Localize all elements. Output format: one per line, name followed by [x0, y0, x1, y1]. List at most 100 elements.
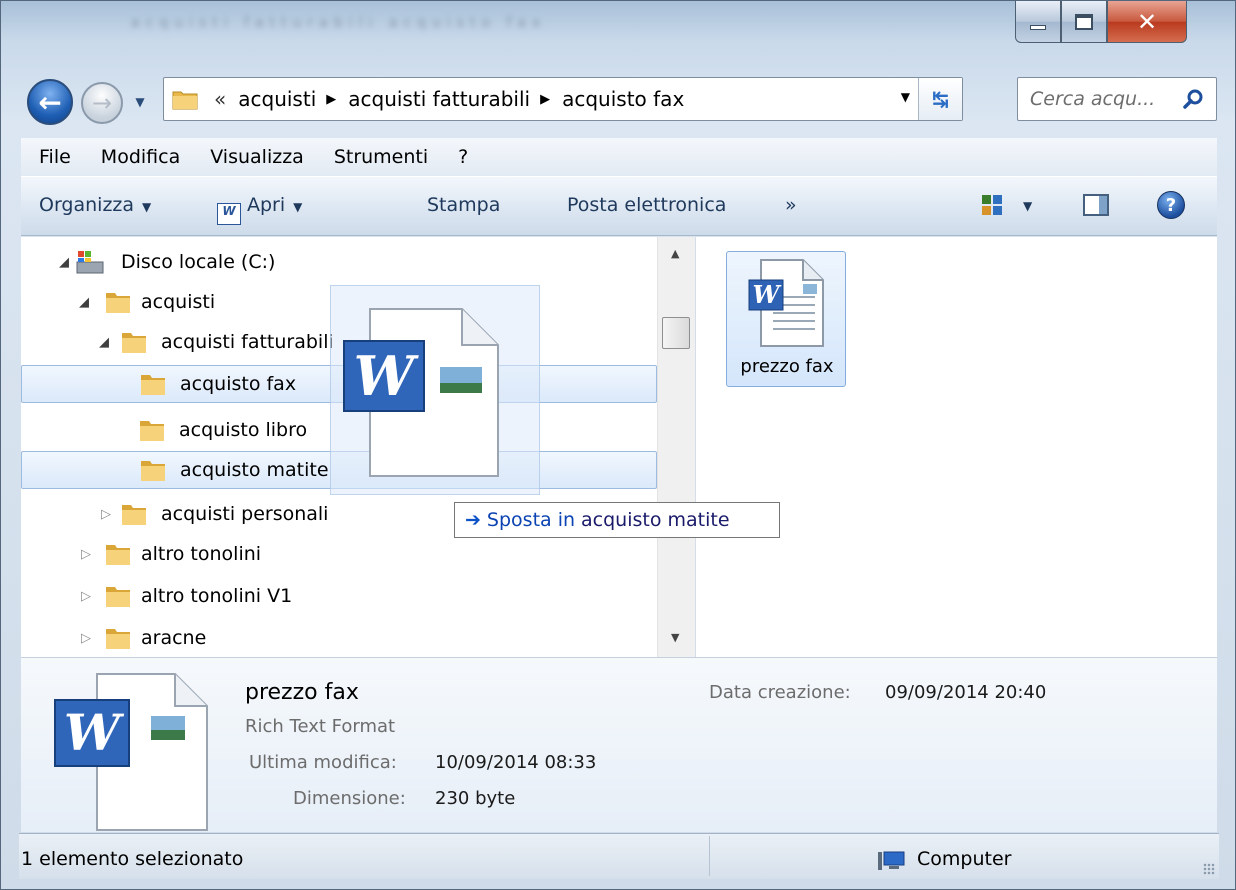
menu-visualizza[interactable]: Visualizza	[210, 146, 304, 168]
file-list-pane: W prezzo fax	[695, 237, 1217, 657]
views-dropdown-icon[interactable]: ▼	[1023, 199, 1032, 213]
back-button[interactable]: ←	[27, 79, 73, 125]
tree-item-label: aracne	[141, 627, 207, 649]
menu-file[interactable]: File	[39, 146, 71, 168]
tree-item-altro-tonolini[interactable]: ▷ altro tonolini	[21, 535, 657, 573]
scroll-up-icon[interactable]: ▲	[671, 247, 679, 260]
size-label: Dimensione:	[293, 788, 406, 809]
breadcrumb-acquisti-fatturabili[interactable]: acquisti fatturabili	[348, 87, 530, 111]
breadcrumb-separator-icon[interactable]: ▶	[540, 92, 550, 107]
collapsed-arrow-icon[interactable]: ▷	[81, 631, 91, 646]
email-button[interactable]: Posta elettronica	[567, 194, 726, 216]
tree-item-label: acquisto fax	[180, 373, 297, 395]
tree-item-altro-tonolini-v1[interactable]: ▷ altro tonolini V1	[21, 577, 657, 615]
nav-scrollbar[interactable]: ▲ ▼	[657, 237, 695, 657]
folder-icon	[140, 421, 164, 441]
breadcrumb-acquisto-fax[interactable]: acquisto fax	[562, 87, 684, 111]
close-button[interactable]: ✕	[1107, 1, 1187, 43]
word-icon: W	[217, 203, 241, 225]
folder-icon	[141, 375, 165, 395]
preview-pane-icon[interactable]	[1083, 194, 1109, 216]
address-bar[interactable]: « acquisti ▶ acquisti fatturabili ▶ acqu…	[163, 77, 963, 121]
details-file-name: prezzo fax	[245, 680, 359, 705]
address-overflow[interactable]: «	[214, 87, 226, 111]
folder-icon	[106, 545, 130, 565]
change-view-icon[interactable]	[981, 194, 1003, 216]
search-box[interactable]: Cerca acqu...	[1017, 77, 1217, 121]
svg-text:W: W	[753, 280, 782, 309]
help-icon[interactable]: ?	[1157, 191, 1185, 219]
expanded-arrow-icon[interactable]: ◢	[59, 255, 69, 270]
minimize-icon	[1030, 25, 1046, 30]
status-separator	[709, 836, 710, 876]
status-bar: 1 elemento selezionato Computer	[19, 833, 1219, 879]
open-label: Apri	[247, 194, 286, 216]
collapsed-arrow-icon[interactable]: ▷	[81, 589, 91, 604]
close-icon: ✕	[1136, 7, 1158, 36]
svg-text:W: W	[354, 344, 420, 408]
file-item-label: prezzo fax	[740, 356, 834, 377]
collapsed-arrow-icon[interactable]: ▷	[101, 507, 111, 522]
folder-icon	[172, 91, 198, 110]
rtf-document-icon: W	[54, 673, 208, 831]
scroll-down-icon[interactable]: ▼	[671, 631, 679, 644]
maximize-button[interactable]	[1061, 1, 1107, 43]
organize-label: Organizza	[39, 194, 135, 216]
search-input[interactable]: Cerca acqu...	[1030, 88, 1155, 110]
created-label: Data creazione:	[709, 682, 851, 703]
menu-strumenti[interactable]: Strumenti	[334, 146, 428, 168]
expanded-arrow-icon[interactable]: ◢	[99, 335, 109, 350]
breadcrumb-acquisti[interactable]: acquisti	[238, 87, 316, 111]
folder-icon	[106, 587, 130, 607]
search-icon[interactable]	[1182, 88, 1204, 110]
window-title: acquisti fatturabili acquisto fax	[131, 15, 547, 31]
expanded-arrow-icon[interactable]: ◢	[79, 295, 89, 310]
resize-grip[interactable]	[1203, 863, 1215, 875]
refresh-button[interactable]: ↹	[918, 78, 962, 120]
recent-pages-button[interactable]: ▼	[131, 90, 149, 114]
status-selection-count: 1 elemento selezionato	[21, 848, 244, 870]
drag-drop-tooltip: ➔ Sposta in acquisto matite	[454, 502, 780, 538]
address-dropdown-icon[interactable]: ▼	[901, 90, 910, 104]
command-bar: Organizza ▼ W Apri ▼ Stampa Posta elettroni…	[21, 176, 1217, 236]
navigation-bar: ← → ▼ « acquisti ▶ acquisti fatturabili …	[1, 66, 1236, 126]
scroll-thumb[interactable]	[662, 317, 690, 349]
tree-item-label: acquisto libro	[179, 419, 308, 441]
details-pane: W prezzo fax Rich Text Format Ultima mod…	[21, 657, 1217, 832]
maximize-icon	[1075, 13, 1093, 30]
chevron-down-icon: ▼	[142, 200, 152, 214]
collapsed-arrow-icon[interactable]: ▷	[81, 547, 91, 562]
print-button[interactable]: Stampa	[427, 194, 500, 216]
chevron-down-icon: ▼	[293, 200, 303, 214]
menu-modifica[interactable]: Modifica	[101, 146, 180, 168]
refresh-icon: ↹	[932, 87, 949, 111]
tree-item-label: Disco locale (C:)	[121, 251, 276, 273]
dragged-document-icon: W	[343, 308, 499, 477]
folder-icon	[122, 505, 146, 525]
drag-target: acquisto matite	[581, 509, 730, 531]
open-button[interactable]: W Apri ▼	[217, 194, 302, 225]
tree-item-disco-locale[interactable]: ◢ Disco locale (C:)	[21, 243, 657, 281]
move-arrow-icon: ➔	[465, 509, 481, 531]
back-arrow-icon: ←	[38, 85, 62, 119]
modified-label: Ultima modifica:	[249, 752, 397, 773]
chevron-down-icon: ▼	[135, 95, 145, 109]
menu-bar: File Modifica Visualizza Strumenti ?	[21, 138, 1217, 176]
minimize-button[interactable]	[1015, 1, 1061, 43]
forward-arrow-icon: →	[91, 89, 113, 117]
tree-item-aracne[interactable]: ▷ aracne	[21, 619, 657, 657]
file-item-prezzo-fax[interactable]: W prezzo fax	[726, 251, 846, 387]
drive-icon	[76, 251, 104, 274]
breadcrumb-separator-icon[interactable]: ▶	[326, 92, 336, 107]
organize-button[interactable]: Organizza ▼	[39, 194, 151, 216]
computer-icon	[878, 851, 905, 870]
menu-help[interactable]: ?	[458, 146, 468, 168]
details-file-type: Rich Text Format	[245, 716, 396, 737]
forward-button[interactable]: →	[81, 82, 123, 124]
folder-icon	[106, 629, 130, 649]
modified-value: 10/09/2014 08:33	[435, 752, 597, 773]
svg-text:W: W	[64, 703, 125, 762]
more-commands-button[interactable]: »	[785, 194, 797, 216]
tree-item-label: acquisti fatturabili	[161, 331, 334, 353]
folder-icon	[141, 461, 165, 481]
